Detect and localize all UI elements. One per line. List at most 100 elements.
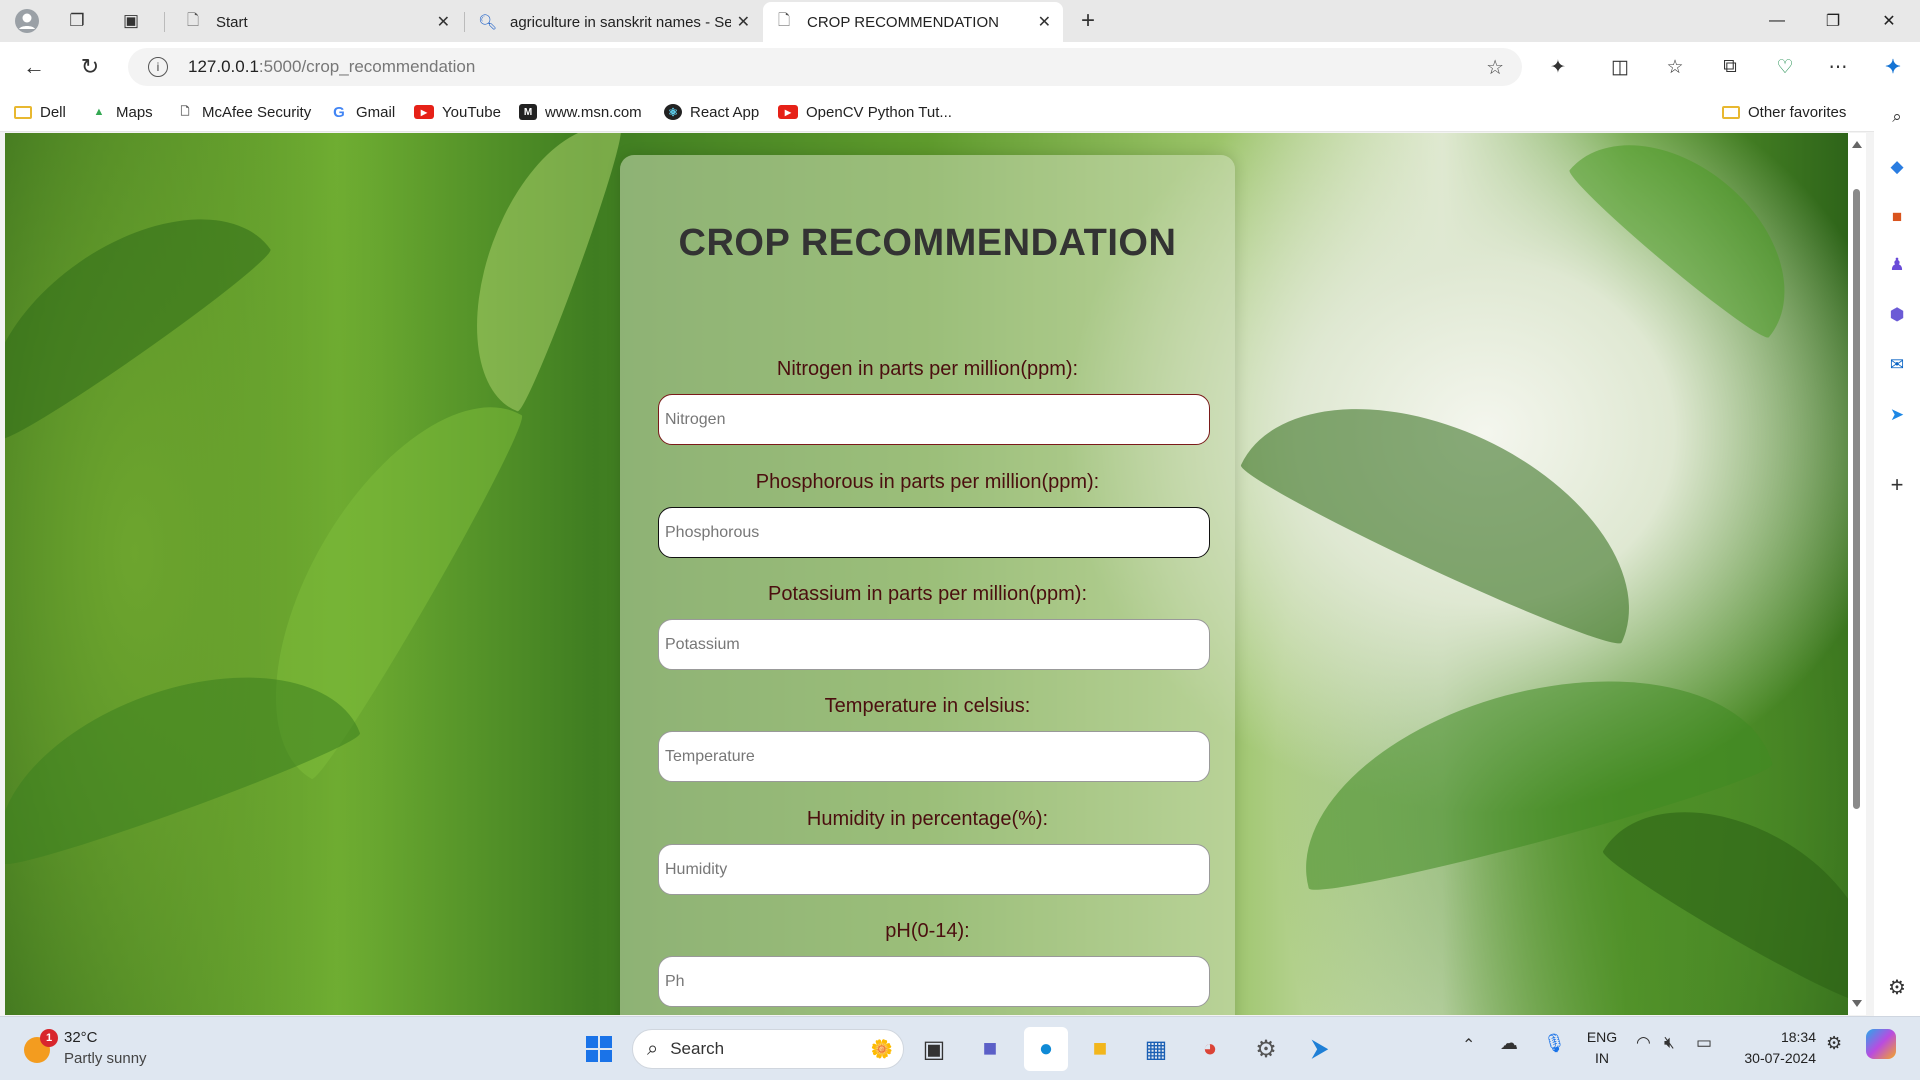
- outlook-icon[interactable]: ✉: [1884, 352, 1910, 378]
- nitrogen-label: Nitrogen in parts per million(ppm):: [776, 358, 1079, 380]
- microphone-icon[interactable]: 🎙︎: [1543, 1033, 1566, 1054]
- favorite-dell[interactable]: Dell: [14, 92, 66, 132]
- weather-icon[interactable]: 1: [22, 1029, 58, 1065]
- temperature-input[interactable]: Temperature: [658, 731, 1210, 782]
- lang-bottom[interactable]: IN: [1586, 1050, 1618, 1066]
- page-viewport: CROP RECOMMENDATION Nitrogen in parts pe…: [5, 133, 1848, 1015]
- telegram-icon[interactable]: ➤: [1884, 402, 1910, 428]
- tools-icon[interactable]: ■: [1884, 204, 1910, 230]
- tab-bar: ❐ ▣ 🗋 Start ✕ 🔍︎ agriculture in sanskrit…: [0, 0, 1920, 42]
- react-icon: ⚛: [664, 104, 682, 120]
- games-icon[interactable]: ♟: [1884, 252, 1910, 278]
- url-text[interactable]: 127.0.0.1:5000/crop_recommendation: [188, 57, 475, 77]
- phosphorous-input[interactable]: Phosphorous: [658, 507, 1210, 558]
- profile-avatar-icon[interactable]: [12, 6, 42, 36]
- copilot-taskbar-icon[interactable]: [1866, 1029, 1896, 1059]
- wifi-icon[interactable]: ◠: [1636, 1033, 1651, 1053]
- lang-top[interactable]: ENG: [1586, 1029, 1618, 1045]
- windows-start-icon[interactable]: [577, 1027, 621, 1071]
- favorite-opencv[interactable]: ▶ OpenCV Python Tut...: [778, 92, 952, 132]
- page-scrollbar[interactable]: [1848, 133, 1866, 1015]
- maps-icon: ▲: [93, 106, 105, 118]
- browser-essentials-icon[interactable]: ♡: [1767, 50, 1803, 84]
- favorite-mcafee[interactable]: 🗋 McAfee Security: [176, 92, 312, 132]
- ph-input[interactable]: Ph: [658, 956, 1210, 1007]
- tab-start[interactable]: 🗋 Start ✕: [172, 2, 462, 42]
- phosphorous-label: Phosphorous in parts per million(ppm):: [755, 471, 1100, 493]
- favorite-maps[interactable]: ▲ Maps: [90, 92, 153, 132]
- folder-icon: [1722, 105, 1740, 119]
- back-icon[interactable]: ←: [16, 50, 52, 84]
- teams-meet-icon[interactable]: ■: [968, 1027, 1012, 1071]
- info-icon[interactable]: i: [148, 57, 168, 77]
- search-highlight-icon: 🌼: [870, 1038, 893, 1059]
- clock-time[interactable]: 18:34: [1730, 1029, 1816, 1045]
- potassium-input[interactable]: Potassium: [658, 619, 1210, 670]
- weather-desc[interactable]: Partly sunny: [64, 1050, 147, 1067]
- restore-icon[interactable]: ❐: [1810, 0, 1856, 42]
- task-view-icon[interactable]: ▣: [912, 1027, 956, 1071]
- youtube-icon: ▶: [414, 105, 434, 119]
- humidity-input[interactable]: Humidity: [658, 844, 1210, 895]
- scroll-up-icon[interactable]: [1852, 141, 1862, 148]
- copilot-icon[interactable]: ✦: [1875, 50, 1911, 84]
- battery-icon[interactable]: ▭: [1696, 1033, 1712, 1053]
- tab-search[interactable]: 🔍︎ agriculture in sanskrit names - Se ✕: [466, 2, 762, 42]
- tab-crop-recommendation[interactable]: 🗋 CROP RECOMMENDATION ✕: [763, 2, 1063, 42]
- msn-icon: M: [519, 104, 537, 120]
- vscode-icon[interactable]: ⮞: [1298, 1027, 1342, 1071]
- edge-browser-icon[interactable]: ●: [1024, 1027, 1068, 1071]
- ph-label: pH(0-14):: [885, 920, 970, 942]
- nitrogen-input[interactable]: Nitrogen: [658, 394, 1210, 445]
- split-screen-icon[interactable]: ◫: [1602, 50, 1638, 84]
- clock-date[interactable]: 30-07-2024: [1730, 1050, 1816, 1066]
- close-icon[interactable]: ✕: [737, 12, 750, 32]
- gmail-icon: G: [333, 103, 345, 121]
- favorite-react-app[interactable]: ⚛ React App: [664, 92, 759, 132]
- scrollbar-thumb[interactable]: [1853, 189, 1860, 809]
- other-favorites[interactable]: Other favorites: [1722, 92, 1846, 132]
- close-icon[interactable]: ✕: [1038, 12, 1051, 32]
- tab-title: Start: [216, 13, 248, 31]
- taskbar-search[interactable]: ⌕ Search 🌼: [632, 1029, 904, 1069]
- address-bar[interactable]: i 127.0.0.1:5000/crop_recommendation ☆: [128, 48, 1522, 86]
- more-options-icon[interactable]: ⋯: [1820, 50, 1856, 84]
- scroll-down-icon[interactable]: [1852, 1000, 1862, 1007]
- volume-muted-icon[interactable]: 🔇︎: [1664, 1033, 1675, 1053]
- tab-actions-icon[interactable]: ▣: [116, 6, 146, 36]
- page-icon: 🗋: [777, 11, 791, 29]
- settings-gear-icon[interactable]: ⚙: [1884, 974, 1910, 1000]
- microsoft-store-icon[interactable]: ▦: [1134, 1027, 1178, 1071]
- notification-icon[interactable]: ⚙: [1826, 1033, 1842, 1054]
- tab-title: CROP RECOMMENDATION: [807, 13, 999, 31]
- chevron-up-icon[interactable]: ⌃: [1462, 1035, 1475, 1055]
- workspaces-icon[interactable]: ❐: [62, 6, 92, 36]
- collections-icon[interactable]: ⧉: [1712, 50, 1748, 84]
- close-window-icon[interactable]: ✕: [1866, 0, 1912, 42]
- shopping-tag-icon[interactable]: ◆: [1884, 154, 1910, 180]
- favorite-msn[interactable]: Mwww.msn.com: [519, 92, 642, 132]
- minimize-icon[interactable]: —: [1754, 0, 1800, 42]
- favorite-gmail[interactable]: G Gmail: [330, 92, 395, 132]
- favorites-icon[interactable]: ☆: [1657, 50, 1693, 84]
- settings-app-icon[interactable]: ⚙: [1244, 1027, 1288, 1071]
- microsoft-365-icon[interactable]: ⬢: [1884, 302, 1910, 328]
- extensions-icon[interactable]: ✦: [1540, 50, 1576, 84]
- chrome-icon[interactable]: ◕: [1188, 1027, 1232, 1071]
- crop-form-card: CROP RECOMMENDATION Nitrogen in parts pe…: [620, 155, 1235, 1015]
- favorite-youtube[interactable]: ▶ YouTube: [414, 92, 501, 132]
- onedrive-icon[interactable]: ☁: [1500, 1033, 1518, 1054]
- temperature-label: Temperature in celsius:: [824, 695, 1031, 717]
- new-tab-icon[interactable]: +: [1073, 6, 1103, 36]
- page-icon: 🗋: [180, 105, 190, 118]
- favorite-star-icon[interactable]: ☆: [1486, 55, 1504, 80]
- navigation-bar: ← ↻ i 127.0.0.1:5000/crop_recommendation…: [0, 42, 1920, 92]
- refresh-icon[interactable]: ↻: [72, 50, 108, 84]
- file-explorer-icon[interactable]: ■: [1078, 1027, 1122, 1071]
- weather-temp[interactable]: 32°C: [64, 1029, 98, 1046]
- add-icon[interactable]: +: [1884, 472, 1910, 498]
- humidity-label: Humidity in percentage(%):: [806, 808, 1049, 830]
- search-icon: ⌕: [647, 1037, 659, 1060]
- close-icon[interactable]: ✕: [437, 12, 450, 32]
- search-icon[interactable]: ⌕: [1884, 104, 1910, 130]
